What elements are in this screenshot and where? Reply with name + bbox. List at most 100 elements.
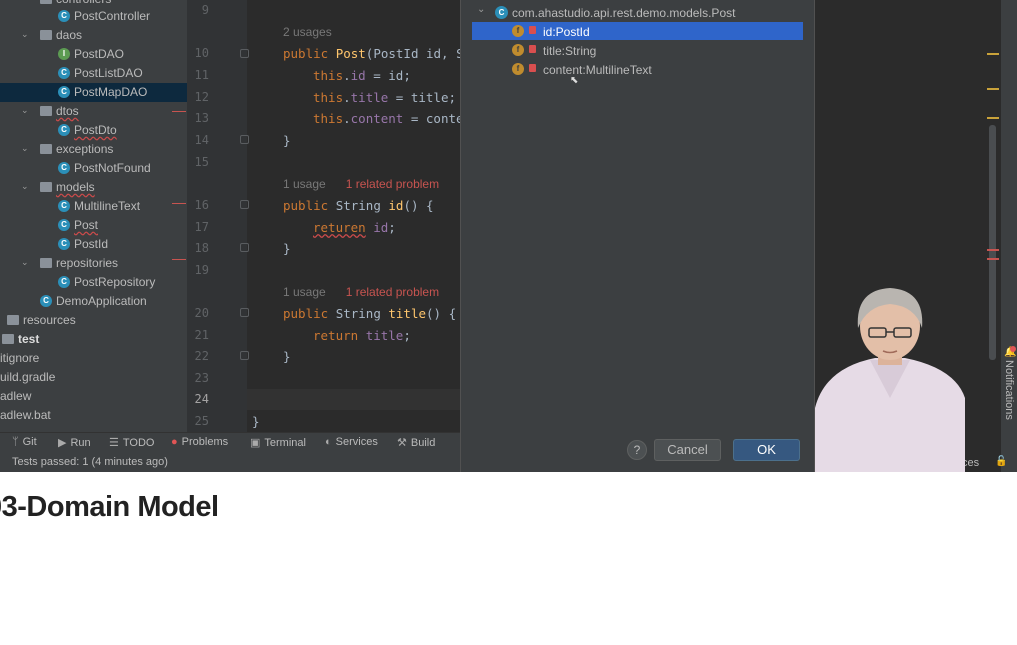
class-node-row[interactable]: ⌄ C com.ahastudio.api.rest.demo.models.P… <box>470 3 806 21</box>
code-editor[interactable] <box>247 0 460 432</box>
tool-tab-todo[interactable]: ☰ TODO <box>109 436 154 449</box>
tree-item[interactable]: C PostRepository <box>0 273 187 292</box>
line-number: 25 <box>194 414 209 428</box>
tool-tab-label: TODO <box>122 437 155 449</box>
tree-item-label: uild.gradle <box>0 370 56 384</box>
code-line-12: this.title = title; <box>313 90 457 105</box>
chevron-down-icon[interactable]: ⌄ <box>21 105 29 116</box>
tool-tab-terminal[interactable]: ▣ Terminal <box>250 436 306 449</box>
chevron-down-icon[interactable]: ⌄ <box>21 143 29 154</box>
tool-tab-label: Git <box>22 436 37 448</box>
problems-icon: ● <box>171 436 178 448</box>
field-label: title:String <box>543 44 597 58</box>
folder-icon <box>7 315 19 325</box>
ide-window: controllers C PostController ⌄ daos I PostDAO C… <box>0 0 1017 472</box>
editor-scrollbar[interactable] <box>989 125 996 360</box>
field-icon: f <box>512 44 524 56</box>
tree-item[interactable]: C Post <box>0 216 187 235</box>
chevron-down-icon[interactable]: ⌄ <box>21 257 29 268</box>
warning-stripe-mark[interactable] <box>987 88 999 90</box>
ok-button[interactable]: OK <box>733 439 800 461</box>
tree-item[interactable]: C PostId <box>0 235 187 254</box>
tree-item-label: models <box>56 180 95 194</box>
class-icon: C <box>58 67 70 79</box>
presenter-webcam <box>815 288 965 472</box>
chevron-down-icon[interactable]: ⌄ <box>21 181 29 192</box>
error-stripe-mark[interactable] <box>987 249 999 251</box>
code-line-16: public String id() { <box>283 198 434 213</box>
fold-marker[interactable] <box>240 49 249 58</box>
tree-item[interactable]: C PostNotFound <box>0 159 187 178</box>
usages-hint[interactable]: 2 usages <box>283 25 332 39</box>
warning-stripe-mark[interactable] <box>987 117 999 119</box>
folder-icon <box>40 0 52 4</box>
tests-status-text: Tests passed: 1 (4 minutes ago) <box>12 456 168 468</box>
class-icon: C <box>58 162 70 174</box>
tree-item-label: adlew.bat <box>0 408 51 422</box>
warning-stripe-mark[interactable] <box>987 53 999 55</box>
tree-item[interactable]: C PostDto <box>0 121 187 140</box>
fields-tree[interactable]: ⌄ C com.ahastudio.api.rest.demo.models.P… <box>470 0 806 425</box>
field-icon: f <box>512 63 524 75</box>
tree-item[interactable]: resources <box>0 311 187 330</box>
fold-marker[interactable] <box>240 351 249 360</box>
tree-item[interactable]: ⌄ daos <box>0 26 187 45</box>
notifications-tab[interactable]: Notifications <box>1003 360 1015 420</box>
tool-tab-git[interactable]: ᛘ Git <box>12 436 37 448</box>
field-row[interactable]: f id:PostId <box>472 22 803 40</box>
tool-tab-build[interactable]: ⚒ Build <box>397 436 435 449</box>
tree-item-label: resources <box>23 313 76 327</box>
folder-icon <box>2 334 14 344</box>
help-button[interactable]: ? <box>627 440 647 460</box>
cancel-button[interactable]: Cancel <box>654 439 721 461</box>
fold-marker[interactable] <box>240 200 249 209</box>
fold-marker[interactable] <box>240 308 249 317</box>
tree-item[interactable]: uild.gradle <box>0 368 187 387</box>
tree-item[interactable]: C PostMapDAO <box>0 83 187 102</box>
tree-item[interactable]: itignore <box>0 349 187 368</box>
tree-item[interactable]: test <box>0 330 187 349</box>
tool-tab-run[interactable]: ▶ Run <box>58 436 91 449</box>
tree-item[interactable]: I PostDAO <box>0 45 187 64</box>
line-number: 17 <box>194 220 209 234</box>
line-number: 23 <box>194 371 209 385</box>
tool-tab-services[interactable]: ◐ Services <box>325 436 378 448</box>
tree-item[interactable]: C DemoApplication <box>0 292 187 311</box>
tree-item[interactable]: ⌄ models <box>0 178 187 197</box>
field-row[interactable]: f title:String <box>472 41 803 59</box>
line-number: 14 <box>194 133 209 147</box>
related-problem-hint[interactable]: 1 related problem <box>346 177 439 191</box>
tree-item[interactable]: C PostListDAO <box>0 64 187 83</box>
tree-item[interactable]: ⌄ dtos <box>0 102 187 121</box>
run-icon: ▶ <box>58 437 67 449</box>
usages-hint[interactable]: 1 usage 1 related problem <box>283 177 439 191</box>
error-stripe-mark[interactable] <box>987 258 999 260</box>
editor-gutter <box>187 0 247 432</box>
tool-tab-problems[interactable]: ● Problems <box>171 436 228 448</box>
lock-icon[interactable]: 🔓 <box>995 456 1007 467</box>
chevron-down-icon[interactable]: ⌄ <box>21 29 29 40</box>
related-problem-hint[interactable]: 1 related problem <box>346 285 439 299</box>
line-number: 22 <box>194 349 209 363</box>
private-lock-icon <box>529 26 536 34</box>
tree-item[interactable]: ⌄ repositories <box>0 254 187 273</box>
fold-marker[interactable] <box>240 243 249 252</box>
tree-item-label: adlew <box>0 389 32 403</box>
folder-icon <box>40 106 52 116</box>
fold-marker[interactable] <box>240 135 249 144</box>
tree-item-label: Post <box>74 218 99 232</box>
field-row[interactable]: f content:MultilineText <box>472 60 803 78</box>
current-line-highlight <box>247 389 460 410</box>
tree-item-label: PostRepository <box>74 275 156 289</box>
tree-item[interactable]: C PostController <box>0 7 187 26</box>
chevron-down-icon[interactable]: ⌄ <box>477 4 485 15</box>
tree-item[interactable]: C MultilineText <box>0 197 187 216</box>
tree-item[interactable]: ⌄ exceptions <box>0 140 187 159</box>
private-lock-icon <box>529 45 536 53</box>
field-icon: f <box>512 25 524 37</box>
tree-item[interactable]: adlew.bat <box>0 406 187 425</box>
usages-hint[interactable]: 1 usage 1 related problem <box>283 285 439 299</box>
tree-item[interactable]: adlew <box>0 387 187 406</box>
project-tree-panel: controllers C PostController ⌄ daos I PostDAO C… <box>0 0 187 432</box>
class-icon: C <box>58 238 70 250</box>
